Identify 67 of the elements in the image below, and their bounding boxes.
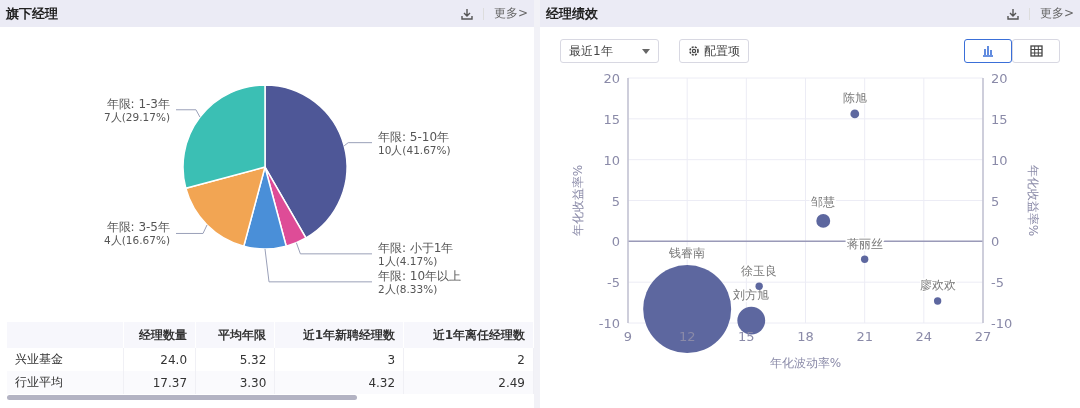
table-icon: [1029, 45, 1043, 57]
column-header: 近1年离任经理数: [403, 322, 534, 348]
x-axis-title: 年化波动率%: [769, 356, 842, 370]
leader-line: [175, 109, 201, 118]
y-tick-label: 5: [991, 193, 1000, 209]
column-header: 经理数量: [123, 322, 196, 348]
download-button[interactable]: [460, 7, 473, 20]
slice-value: 7人(29.17%): [104, 110, 170, 123]
slice-value: 2人(8.33%): [378, 282, 438, 295]
point-label: 徐玉良: [741, 263, 778, 278]
more-link[interactable]: 更多>: [493, 5, 528, 22]
x-tick-label: 24: [915, 329, 933, 344]
download-icon: [460, 7, 473, 20]
period-select[interactable]: 最近1年: [560, 39, 659, 63]
x-tick-label: 9: [623, 329, 633, 344]
y-tick-label: 20: [603, 71, 620, 86]
slice-label: 年限: 10年以上: [378, 268, 462, 283]
y-tick-label: 0: [611, 234, 620, 250]
x-tick-label: 18: [797, 329, 814, 344]
slice-label: 年限: 1-3年: [106, 96, 170, 111]
point-label: 刘方旭: [733, 287, 770, 302]
slice-value: 1人(4.17%): [378, 254, 438, 267]
more-link[interactable]: 更多>: [1039, 5, 1074, 22]
point-label: 邹慧: [811, 194, 836, 209]
y-tick-label: -10: [991, 316, 1013, 331]
view-toggle-button[interactable]: [964, 39, 1012, 63]
y-tick-label: 10: [991, 152, 1008, 168]
slice-label: 年限: 小于1年: [378, 240, 454, 255]
caret-icon: [642, 48, 650, 54]
config-button[interactable]: 配置项: [679, 39, 749, 63]
table-cell: 行业平均: [7, 371, 124, 394]
panel-title: 旗下经理: [6, 4, 59, 23]
y-tick-label: 15: [991, 111, 1008, 127]
y-axis-title: 年化收益率%: [1026, 164, 1040, 237]
y-axis-title: 年化收益率%: [571, 164, 585, 237]
y-tick-label: 15: [603, 111, 620, 127]
y-tick-label: 10: [603, 152, 620, 168]
table-cell: 2.49: [403, 371, 534, 394]
column-header: 近1年新聘经理数: [274, 322, 404, 348]
y-tick-label: 5: [611, 193, 620, 209]
slice-value: 4人(16.67%): [104, 234, 170, 247]
slice-label: 年限: 3-5年: [106, 220, 170, 235]
column-header: 平均年限: [195, 322, 275, 348]
slice-label: 年限: 5-10年: [378, 129, 450, 144]
point-label: 陈旭: [842, 90, 867, 105]
bar-chart-icon: [982, 45, 994, 57]
panel-title: 经理绩效: [546, 4, 599, 23]
scrollbar[interactable]: [7, 395, 357, 400]
x-tick-label: 27: [974, 329, 992, 344]
leader-line: [343, 142, 373, 147]
gear-icon: [688, 45, 700, 57]
table-cell: 17.37: [123, 371, 196, 394]
y-tick-label: -5: [607, 275, 620, 291]
download-icon: [1006, 7, 1019, 20]
y-tick-label: 0: [991, 234, 1000, 250]
point-label: 钱睿南: [669, 246, 706, 261]
table-cell: 3.30: [195, 371, 275, 394]
x-tick-label: 21: [856, 329, 873, 344]
y-tick-label: -5: [991, 275, 1004, 291]
slice-value: 10人(41.67%): [378, 143, 451, 156]
point-label: 廖欢欢: [919, 278, 956, 293]
table-cell: 4.32: [274, 371, 404, 394]
y-tick-label: 20: [991, 71, 1008, 86]
y-tick-label: -10: [598, 316, 620, 331]
x-tick-label: 15: [738, 329, 755, 344]
leader-line: [175, 224, 208, 234]
download-button[interactable]: [1006, 7, 1019, 20]
